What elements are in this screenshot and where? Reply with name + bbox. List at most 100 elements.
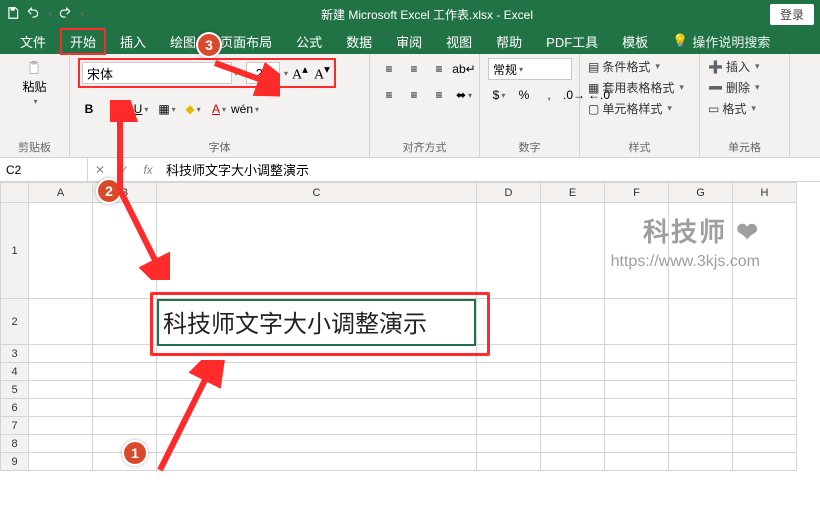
italic-icon[interactable]: I	[104, 98, 126, 120]
group-styles: ▤条件格式▾ ▦套用表格格式▾ ▢单元格样式▾ 样式	[580, 54, 700, 157]
col-hdr-E[interactable]: E	[541, 183, 605, 203]
comma-icon[interactable]: ,	[538, 84, 560, 106]
save-icon[interactable]	[6, 6, 20, 23]
tab-home[interactable]: 开始	[60, 28, 106, 55]
tab-formula[interactable]: 公式	[286, 28, 332, 55]
cell-C2[interactable]: 科技师文字大小调整演示	[157, 299, 477, 345]
group-clipboard: 粘贴 ▾ 剪贴板	[0, 54, 70, 157]
tab-review[interactable]: 审阅	[386, 28, 432, 55]
number-format-dropdown[interactable]: 常规▾	[488, 58, 572, 80]
row-hdr-8[interactable]: 8	[1, 435, 29, 453]
wrap-text-icon[interactable]: ab↵	[453, 58, 475, 80]
delete-icon: ➖	[708, 81, 723, 95]
underline-icon[interactable]: U▾	[130, 98, 152, 120]
align-middle-icon[interactable]: ≡	[403, 58, 425, 80]
watermark: 科技师 ❤ https://www.3kjs.com	[611, 212, 760, 271]
align-center-icon[interactable]: ≡	[403, 84, 425, 106]
cell-styles-label: 单元格样式	[602, 100, 662, 117]
font-color-icon[interactable]: A▾	[208, 98, 230, 120]
group-alignment: ≡ ≡ ≡ ab↵ ≡ ≡ ≡ ⬌▾ 对齐方式	[370, 54, 480, 157]
format-cells-button[interactable]: ▭格式▾	[708, 100, 756, 117]
col-hdr-G[interactable]: G	[669, 183, 733, 203]
name-box[interactable]: C2	[0, 158, 88, 181]
font-name-input[interactable]	[82, 62, 232, 84]
decrease-font-icon[interactable]: A▾	[312, 62, 332, 84]
row-hdr-6[interactable]: 6	[1, 399, 29, 417]
ribbon: 粘贴 ▾ 剪贴板 ▾ ▾ A▴ A▾ B I U▾ ▦▾	[0, 54, 820, 158]
tab-template[interactable]: 模板	[612, 28, 658, 55]
ribbon-tabs: 文件 开始 插入 绘图 页面布局 公式 数据 审阅 视图 帮助 PDF工具 模板…	[0, 28, 820, 54]
row-hdr-5[interactable]: 5	[1, 381, 29, 399]
border-icon[interactable]: ▦▾	[156, 98, 178, 120]
align-top-icon[interactable]: ≡	[378, 58, 400, 80]
paste-dropdown-icon[interactable]: ▾	[33, 97, 37, 106]
format-icon: ▭	[708, 102, 719, 116]
confirm-icon[interactable]: ✓	[112, 163, 136, 177]
group-number: 常规▾ $▾ % , .0→ ←.0 数字	[480, 54, 580, 157]
tab-pdf[interactable]: PDF工具	[536, 28, 608, 55]
title-bar: ▾ ▾ 新建 Microsoft Excel 工作表.xlsx - Excel …	[0, 0, 820, 28]
font-size-dropdown-icon[interactable]: ▾	[284, 69, 288, 78]
font-size-input[interactable]	[246, 62, 280, 84]
paste-button[interactable]: 粘贴 ▾	[18, 58, 50, 108]
fill-color-icon[interactable]: ◆▾	[182, 98, 204, 120]
percent-icon[interactable]: %	[513, 84, 535, 106]
group-font: ▾ ▾ A▴ A▾ B I U▾ ▦▾ ◆▾ A▾ wén▾ 字体	[70, 54, 370, 157]
undo-dropdown-icon[interactable]: ▾	[48, 10, 52, 19]
currency-icon[interactable]: $▾	[488, 84, 510, 106]
tab-view[interactable]: 视图	[436, 28, 482, 55]
cond-format-icon: ▤	[588, 60, 599, 74]
group-styles-label: 样式	[588, 137, 691, 155]
conditional-format-button[interactable]: ▤条件格式▾	[588, 58, 660, 75]
annotation-circle-2: 2	[96, 178, 122, 204]
tab-file[interactable]: 文件	[10, 28, 56, 55]
select-all-corner[interactable]	[1, 183, 29, 203]
row-hdr-7[interactable]: 7	[1, 417, 29, 435]
delete-cells-button[interactable]: ➖删除▾	[708, 79, 760, 96]
annotation-circle-3: 3	[196, 32, 222, 58]
format-as-table-button[interactable]: ▦套用表格格式▾	[588, 79, 684, 96]
bold-icon[interactable]: B	[78, 98, 100, 120]
align-right-icon[interactable]: ≡	[428, 84, 450, 106]
increase-font-icon[interactable]: A▴	[290, 62, 310, 84]
align-bottom-icon[interactable]: ≡	[428, 58, 450, 80]
group-clipboard-label: 剪贴板	[8, 137, 61, 155]
tab-data[interactable]: 数据	[336, 28, 382, 55]
font-controls-highlight: ▾ ▾ A▴ A▾	[78, 58, 336, 88]
align-left-icon[interactable]: ≡	[378, 84, 400, 106]
tell-me-label: 操作说明搜索	[692, 32, 770, 51]
tab-insert[interactable]: 插入	[110, 28, 156, 55]
delete-label: 删除	[726, 79, 750, 96]
window-title: 新建 Microsoft Excel 工作表.xlsx - Excel	[84, 6, 770, 23]
cell-styles-button[interactable]: ▢单元格样式▾	[588, 100, 672, 117]
fx-icon[interactable]: fx	[136, 163, 160, 177]
redo-icon[interactable]	[58, 6, 72, 23]
tab-help[interactable]: 帮助	[486, 28, 532, 55]
row-hdr-9[interactable]: 9	[1, 453, 29, 471]
col-hdr-A[interactable]: A	[29, 183, 93, 203]
group-number-label: 数字	[488, 137, 571, 155]
col-hdr-C[interactable]: C	[157, 183, 477, 203]
undo-icon[interactable]	[26, 6, 40, 23]
insert-label: 插入	[726, 58, 750, 75]
quick-access-toolbar: ▾ ▾	[6, 6, 84, 23]
col-hdr-H[interactable]: H	[733, 183, 797, 203]
formula-input[interactable]	[160, 158, 820, 181]
insert-cells-button[interactable]: ➕插入▾	[708, 58, 760, 75]
group-align-label: 对齐方式	[378, 137, 471, 155]
heart-icon: ❤	[736, 217, 760, 247]
tell-me[interactable]: 💡 操作说明搜索	[672, 32, 770, 51]
row-hdr-2[interactable]: 2	[1, 299, 29, 345]
merge-center-icon[interactable]: ⬌▾	[453, 84, 475, 106]
col-hdr-D[interactable]: D	[477, 183, 541, 203]
phonetic-icon[interactable]: wén▾	[234, 98, 256, 120]
formula-bar: C2 ✕ ✓ fx	[0, 158, 820, 182]
cell-style-icon: ▢	[588, 102, 599, 116]
login-button[interactable]: 登录	[770, 4, 814, 25]
row-hdr-1[interactable]: 1	[1, 203, 29, 299]
row-hdr-4[interactable]: 4	[1, 363, 29, 381]
cancel-icon[interactable]: ✕	[88, 163, 112, 177]
name-box-value: C2	[6, 163, 21, 177]
col-hdr-F[interactable]: F	[605, 183, 669, 203]
row-hdr-3[interactable]: 3	[1, 345, 29, 363]
